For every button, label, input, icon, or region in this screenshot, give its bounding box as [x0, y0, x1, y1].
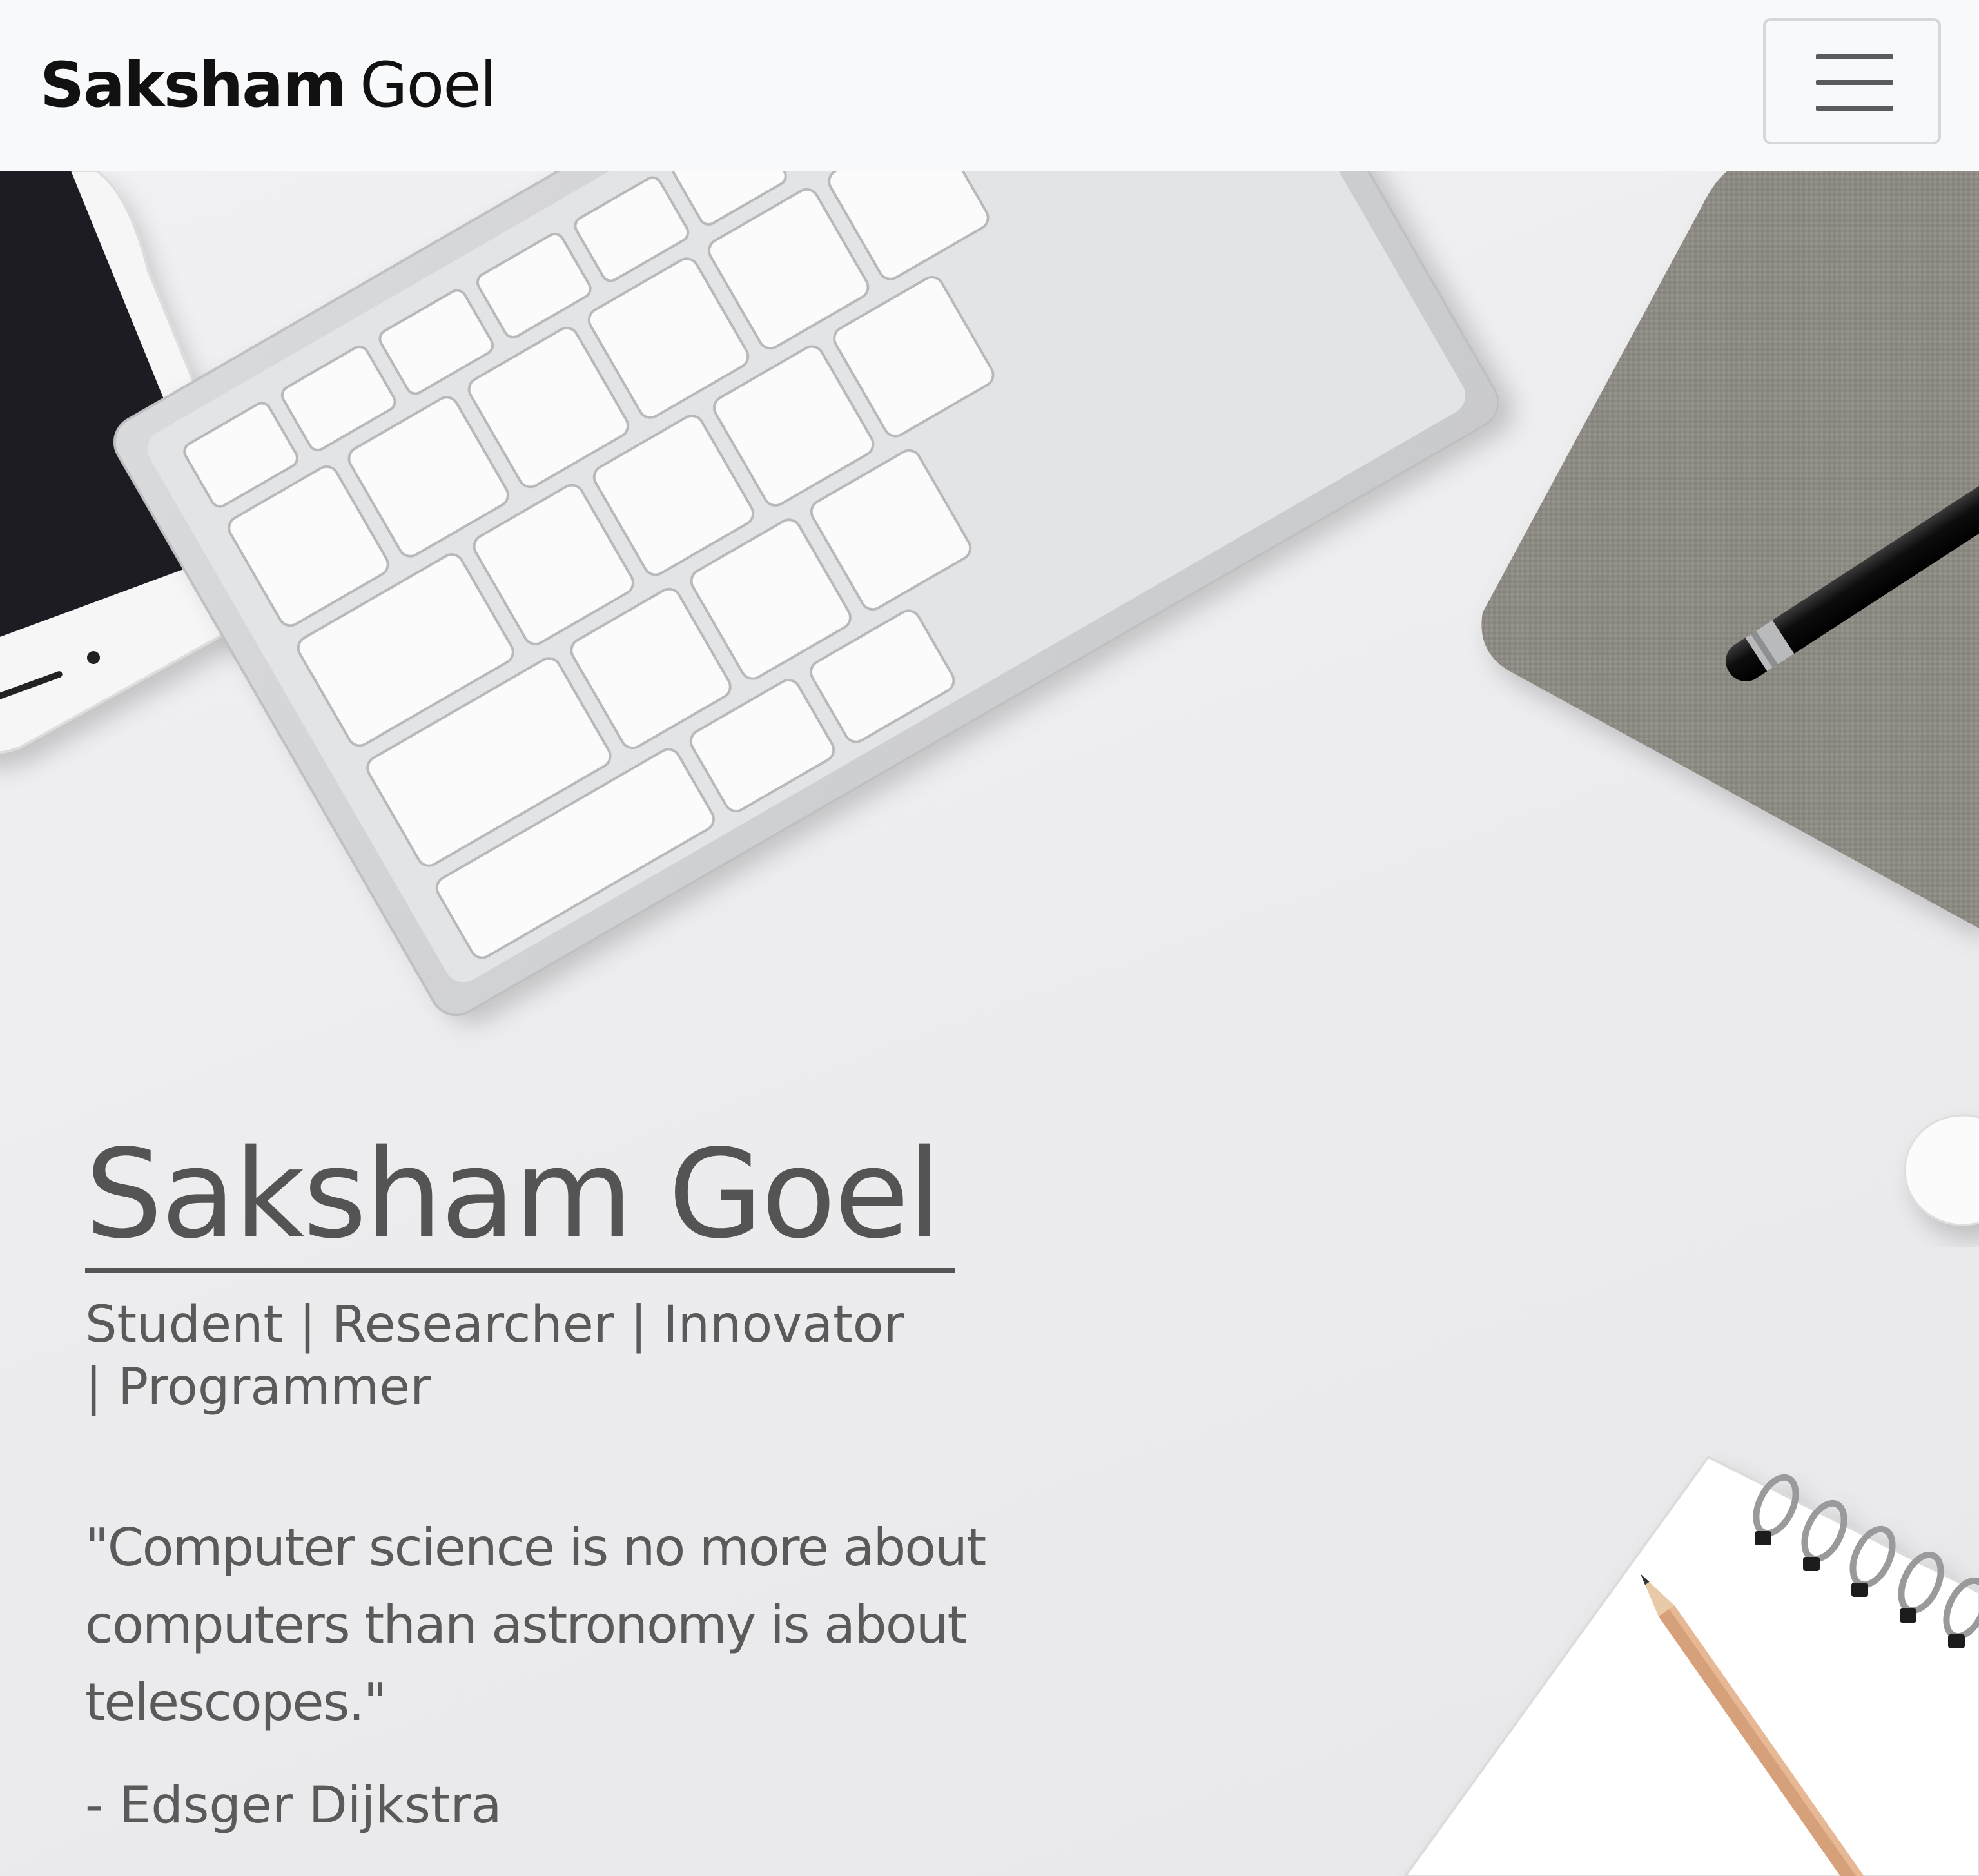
navbar-brand[interactable]: Saksham Goel — [40, 40, 497, 130]
earbud-image — [1904, 1114, 1979, 1226]
spiral-notepad-image — [1403, 1455, 1979, 1876]
hero-subtitle: Student | Researcher | Innovator | Progr… — [85, 1296, 904, 1416]
navbar: Saksham Goel — [0, 0, 1979, 171]
brand-last-name: Goel — [360, 49, 497, 121]
hero-quote: "Computer science is no more about compu… — [85, 1518, 986, 1732]
hero-title: Saksham Goel — [85, 1123, 942, 1265]
keyboard-image — [113, 171, 1500, 1017]
brand-first-name: Saksham — [40, 49, 347, 121]
hamburger-menu-icon-bar-bottom — [1816, 106, 1893, 111]
navbar-toggle-button[interactable] — [1763, 18, 1941, 144]
hero-quote-author: - Edsger Dijkstra — [85, 1777, 502, 1835]
hero-content: Saksham Goel Student | Researcher | Inno… — [85, 1119, 988, 1838]
hamburger-menu-icon-bar-middle — [1816, 80, 1893, 85]
hamburger-menu-icon — [1816, 54, 1893, 59]
